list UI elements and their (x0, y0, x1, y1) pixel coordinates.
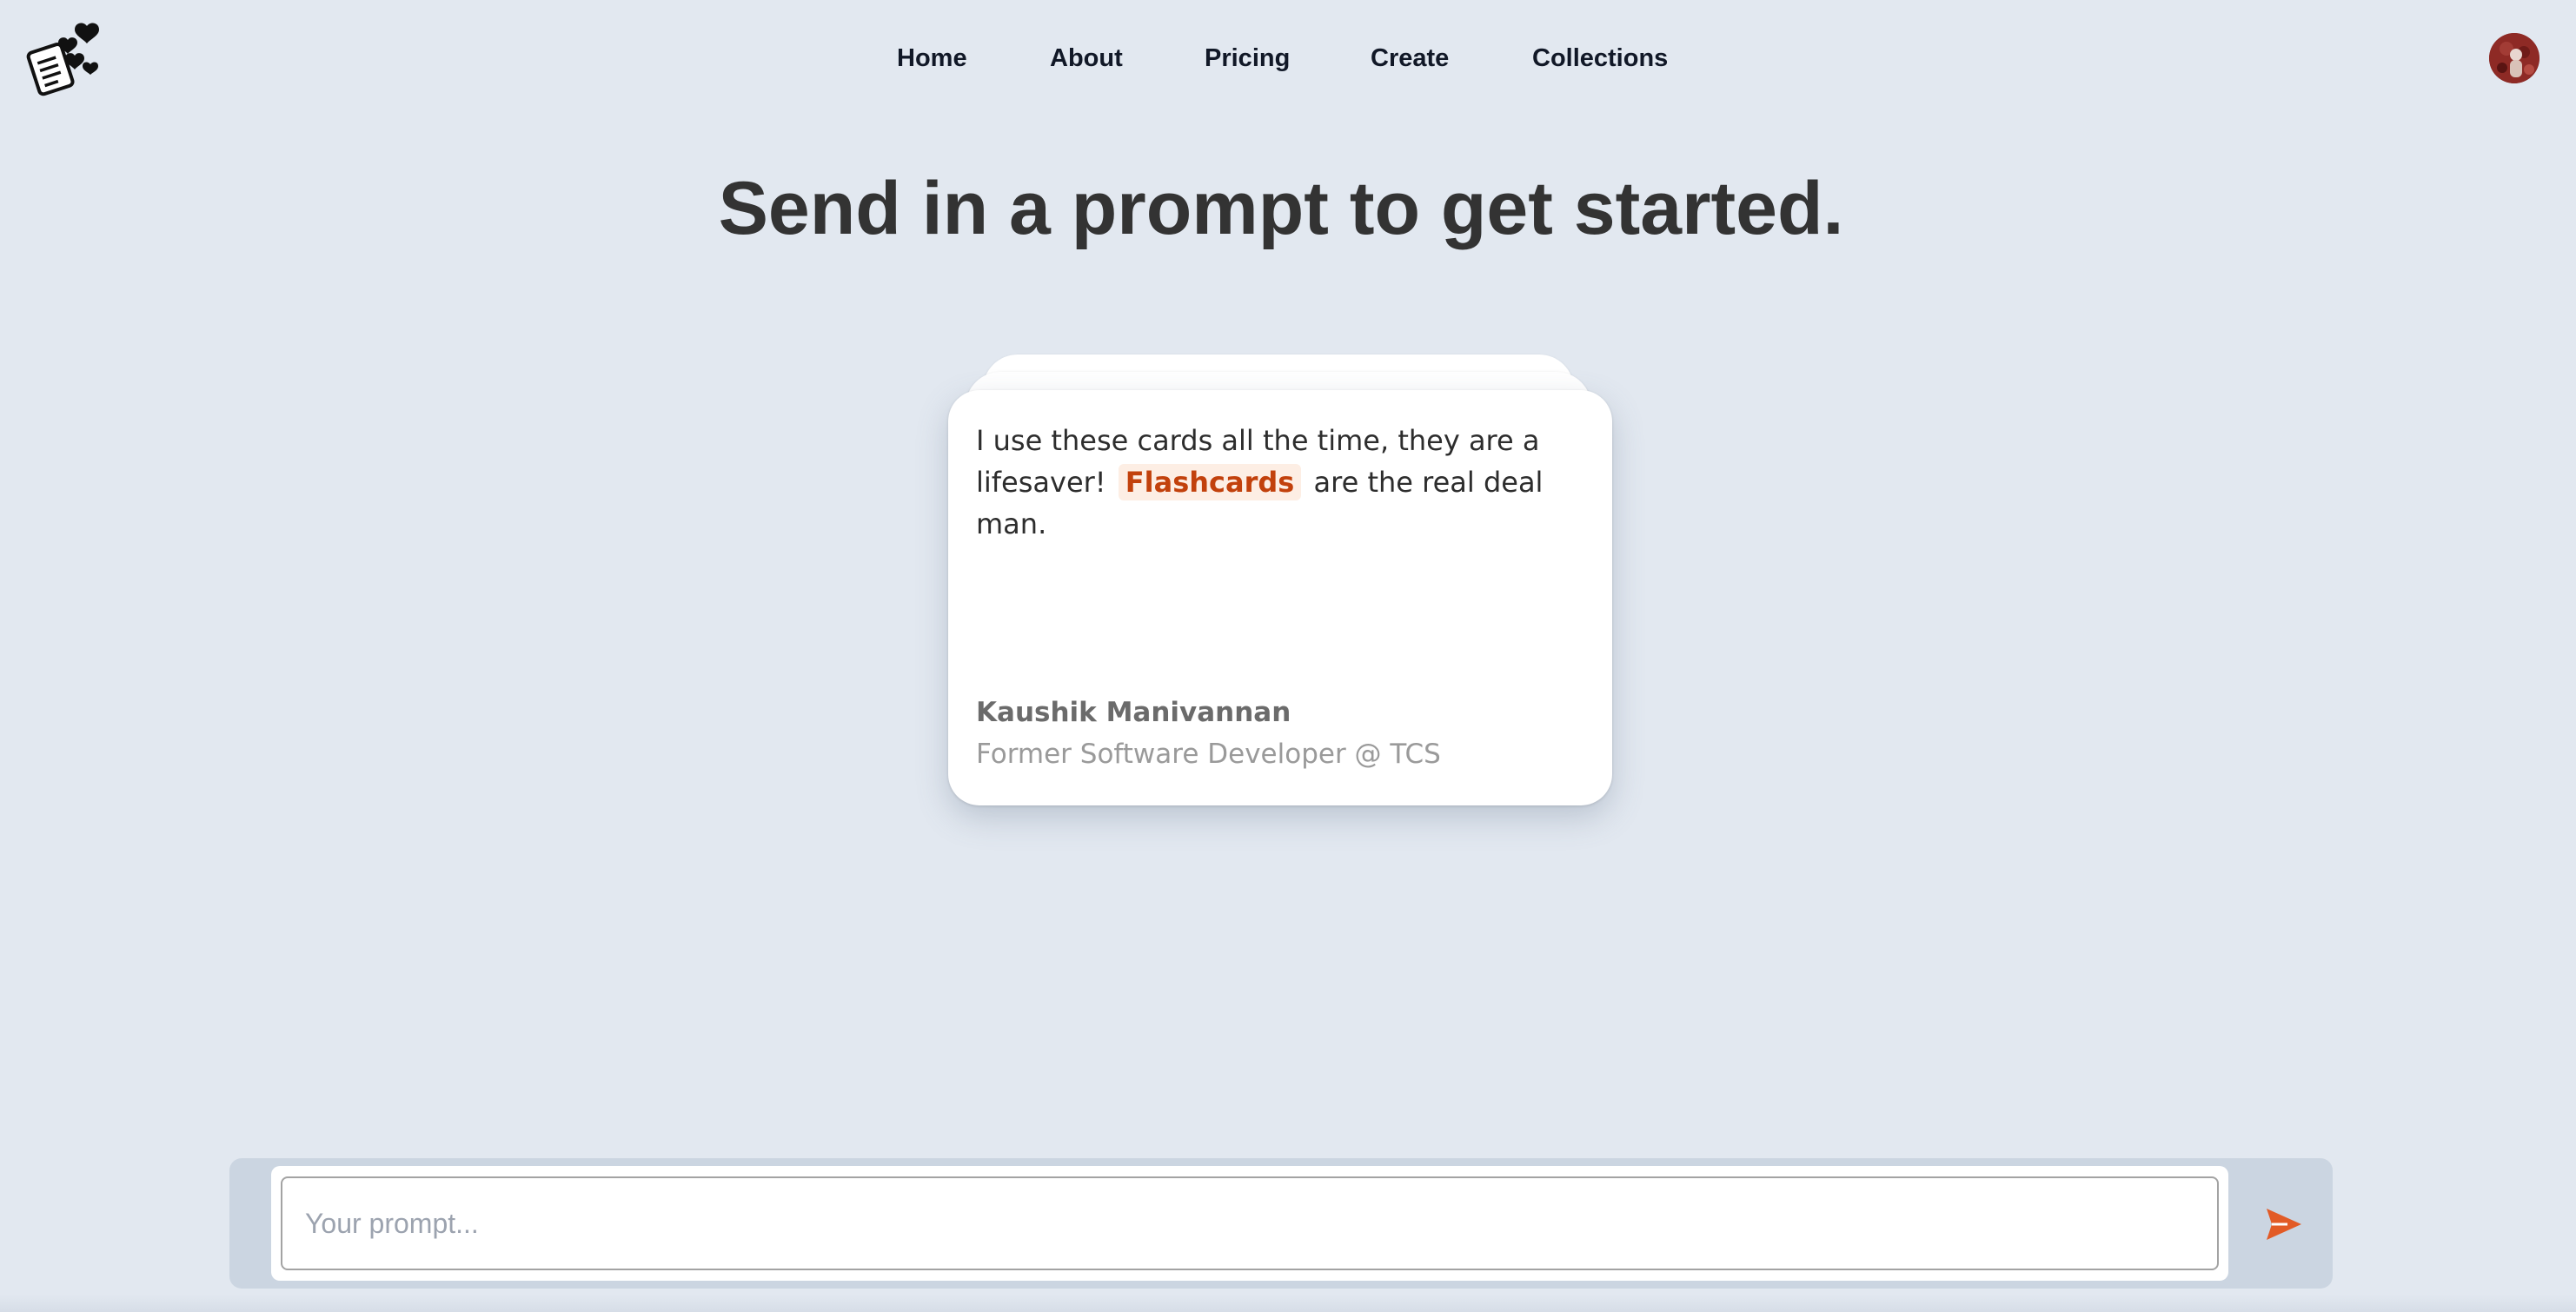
send-button[interactable] (2261, 1202, 2307, 1247)
prompt-input[interactable] (281, 1176, 2219, 1270)
quote-highlight: Flashcards (1118, 464, 1302, 500)
prompt-input-wrapper (271, 1166, 2228, 1281)
author-role: Former Software Developer @ TCS (976, 739, 1441, 770)
avatar-image-icon (2489, 33, 2539, 83)
testimonial-quote: I use these cards all the time, they are… (976, 420, 1584, 545)
author-name: Kaushik Manivannan (976, 697, 1291, 728)
send-icon (2267, 1209, 2301, 1240)
page-bottom-edge (0, 1295, 2576, 1312)
main-nav: Home About Pricing Create Collections (0, 40, 2576, 76)
nav-create[interactable]: Create (1371, 40, 1449, 76)
nav-collections[interactable]: Collections (1532, 40, 1668, 76)
nav-home[interactable]: Home (897, 40, 967, 76)
page-title: Send in a prompt to get started. (718, 167, 1844, 250)
testimonial-card[interactable]: I use these cards all the time, they are… (948, 390, 1612, 805)
user-avatar[interactable] (2489, 33, 2539, 83)
nav-pricing[interactable]: Pricing (1205, 40, 1290, 76)
prompt-bar (229, 1158, 2333, 1289)
nav-about[interactable]: About (1050, 40, 1123, 76)
